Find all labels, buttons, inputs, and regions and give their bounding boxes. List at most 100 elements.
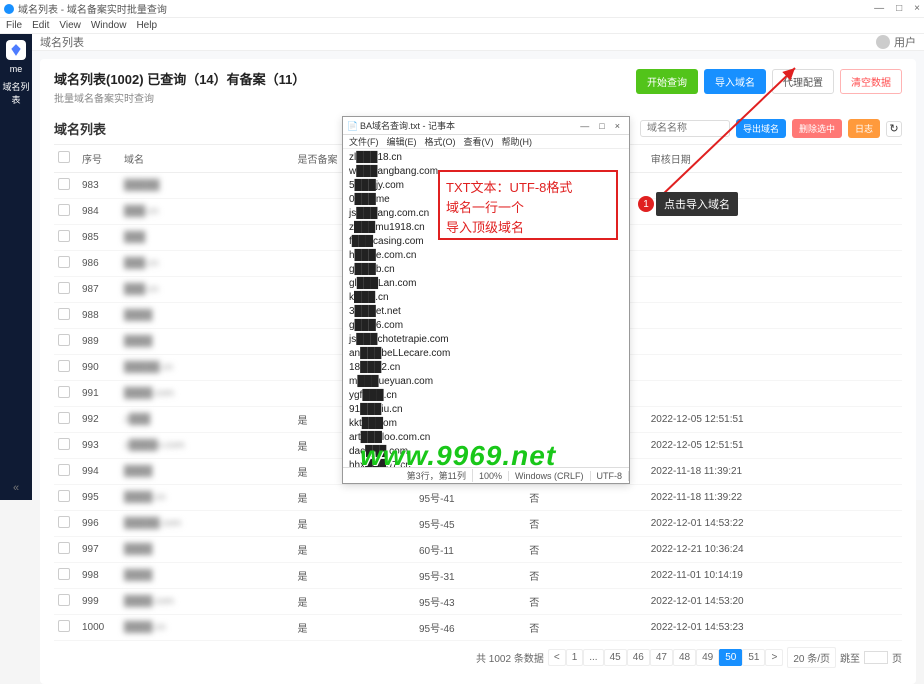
notepad-max-icon[interactable]: □	[594, 121, 609, 131]
tabbar: 域名列表 用户	[32, 34, 924, 51]
row-checkbox[interactable]	[58, 204, 70, 216]
cell-limit: 否	[525, 537, 646, 563]
clear-data-button[interactable]: 清空数据	[840, 69, 902, 94]
row-checkbox[interactable]	[58, 568, 70, 580]
column-header: 域名	[120, 145, 294, 173]
notepad-menu-file[interactable]: 文件(F)	[349, 135, 379, 148]
pager-page[interactable]: <	[548, 649, 566, 666]
cell-domain: ████.cn	[120, 485, 294, 511]
row-checkbox[interactable]	[58, 334, 70, 346]
refresh-icon[interactable]: ↻	[886, 121, 902, 137]
app-logo-icon[interactable]	[6, 40, 26, 60]
row-checkbox[interactable]	[58, 178, 70, 190]
cell-date	[647, 225, 902, 251]
cell-icp: 95号-45	[415, 511, 525, 537]
import-domain-button[interactable]: 导入域名	[704, 69, 766, 94]
row-checkbox[interactable]	[58, 490, 70, 502]
notepad-menu-format[interactable]: 格式(O)	[425, 135, 456, 148]
table-row[interactable]: 996█████.com是95号-45否2022-12-01 14:53:22	[54, 511, 902, 537]
row-checkbox[interactable]	[58, 438, 70, 450]
menu-edit[interactable]: Edit	[32, 20, 49, 31]
cell-domain: z████o.com	[120, 433, 294, 459]
notepad-title: BA域名查询.txt - 记事本	[360, 119, 455, 132]
pager-page[interactable]: 47	[650, 649, 673, 666]
pager-jump-input[interactable]	[864, 651, 888, 664]
export-domain-button[interactable]: 导出域名	[736, 119, 786, 138]
row-checkbox[interactable]	[58, 542, 70, 554]
table-row[interactable]: 999████.com是95号-43否2022-12-01 14:53:20	[54, 589, 902, 615]
row-checkbox[interactable]	[58, 230, 70, 242]
pager-page[interactable]: 1	[566, 649, 584, 666]
pager-page[interactable]: 51	[742, 649, 765, 666]
proxy-config-button[interactable]: 代理配置	[772, 69, 834, 94]
cell-domain: ███	[120, 225, 294, 251]
log-button[interactable]: 日志	[848, 119, 880, 138]
row-checkbox[interactable]	[58, 412, 70, 424]
pager-page[interactable]: 45	[604, 649, 627, 666]
cell-domain: ████	[120, 563, 294, 589]
column-header	[54, 145, 78, 173]
cell-date: 2022-12-05 12:51:51	[647, 407, 902, 433]
cell-date	[647, 251, 902, 277]
select-all-checkbox[interactable]	[58, 151, 70, 163]
menu-window[interactable]: Window	[91, 20, 127, 31]
row-checkbox[interactable]	[58, 386, 70, 398]
table-row[interactable]: 995████.cn是95号-41否2022-11-18 11:39:22	[54, 485, 902, 511]
cell-seq: 994	[78, 459, 120, 485]
menu-file[interactable]: File	[6, 20, 22, 31]
pager-page[interactable]: >	[765, 649, 783, 666]
row-checkbox[interactable]	[58, 516, 70, 528]
cell-domain: ████.cn	[120, 615, 294, 641]
pagination: 共 1002 条数据 <1...45464748495051> 20 条/页 跳…	[54, 641, 902, 674]
pager-page[interactable]: 49	[696, 649, 719, 666]
pager-page[interactable]: 46	[627, 649, 650, 666]
cell-seq: 1000	[78, 615, 120, 641]
row-checkbox[interactable]	[58, 282, 70, 294]
row-checkbox[interactable]	[58, 594, 70, 606]
win-minimize-icon[interactable]: —	[874, 3, 884, 14]
cell-date	[647, 303, 902, 329]
notepad-min-icon[interactable]: —	[575, 121, 594, 131]
notepad-menu-edit[interactable]: 编辑(E)	[387, 135, 417, 148]
table-title: 域名列表	[54, 119, 106, 138]
pager-perpage[interactable]: 20 条/页	[787, 647, 836, 668]
menu-help[interactable]: Help	[136, 20, 157, 31]
row-checkbox[interactable]	[58, 256, 70, 268]
win-close-icon[interactable]: ×	[914, 3, 920, 14]
tab-domainlist[interactable]: 域名列表	[40, 34, 84, 50]
notepad-menu-help[interactable]: 帮助(H)	[502, 135, 533, 148]
cell-domain: ███.cn	[120, 277, 294, 303]
cell-beian: 是	[294, 589, 415, 615]
row-checkbox[interactable]	[58, 464, 70, 476]
sidebar-collapse-icon[interactable]: «	[7, 476, 25, 500]
pager-page[interactable]: 50	[719, 649, 742, 666]
cell-date	[647, 381, 902, 407]
search-input[interactable]	[640, 120, 730, 137]
cell-date: 2022-12-21 10:36:24	[647, 537, 902, 563]
column-header: 审核日期	[647, 145, 902, 173]
table-row[interactable]: 997████是60号-11否2022-12-21 10:36:24	[54, 537, 902, 563]
cell-date: 2022-12-01 14:53:22	[647, 511, 902, 537]
pager-page[interactable]: 48	[673, 649, 696, 666]
delete-selected-button[interactable]: 删除选中	[792, 119, 842, 138]
cell-seq: 996	[78, 511, 120, 537]
cell-domain: ████.com	[120, 589, 294, 615]
notepad-close-icon[interactable]: ×	[610, 121, 625, 131]
user-menu[interactable]: 用户	[876, 34, 916, 50]
start-query-button[interactable]: 开始查询	[636, 69, 698, 94]
row-checkbox[interactable]	[58, 620, 70, 632]
pager-page[interactable]: ...	[583, 649, 603, 666]
cell-domain: ████.com	[120, 381, 294, 407]
row-checkbox[interactable]	[58, 360, 70, 372]
row-checkbox[interactable]	[58, 308, 70, 320]
menu-view[interactable]: View	[59, 20, 81, 31]
cell-limit: 否	[525, 563, 646, 589]
win-maximize-icon[interactable]: □	[896, 3, 902, 14]
annotation-line2: 域名一行一个	[446, 198, 610, 218]
table-row[interactable]: 998████是95号-31否2022-11-01 10:14:19	[54, 563, 902, 589]
table-row[interactable]: 1000████.cn是95号-46否2022-12-01 14:53:23	[54, 615, 902, 641]
sidebar-item-domainlist[interactable]: 域名列表	[0, 76, 32, 110]
notepad-menu-view[interactable]: 查看(V)	[464, 135, 494, 148]
cell-domain: ███.cn	[120, 199, 294, 225]
cell-seq: 995	[78, 485, 120, 511]
